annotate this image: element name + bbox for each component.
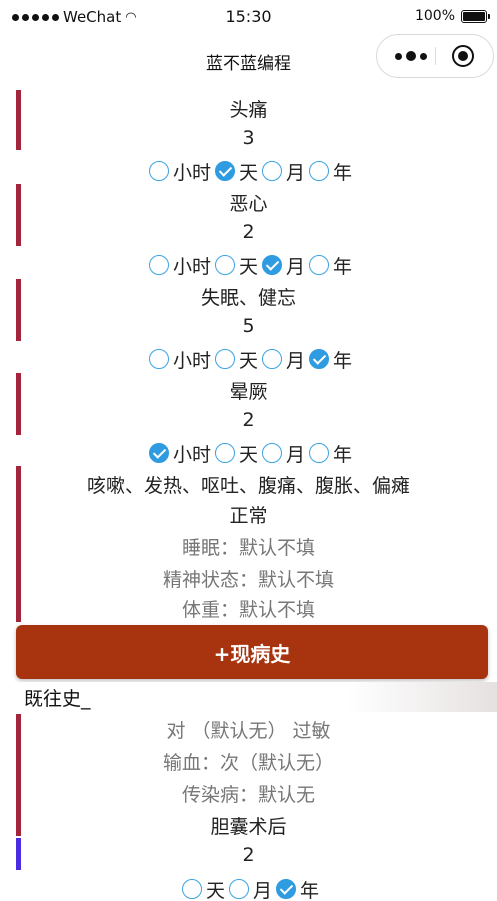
symptom-duration: 2 bbox=[242, 221, 255, 243]
unit-option[interactable]: 天 bbox=[214, 252, 258, 279]
radio-checked-icon[interactable] bbox=[276, 879, 296, 899]
unit-option[interactable]: 月 bbox=[228, 876, 272, 901]
transfusion-field[interactable]: 输血：次（默认无） bbox=[0, 746, 497, 776]
unit-option[interactable]: 年 bbox=[309, 252, 352, 279]
radio-icon[interactable] bbox=[262, 443, 282, 463]
symptom-name: 失眠、健忘 bbox=[200, 286, 296, 309]
symptom-duration: 2 bbox=[242, 409, 255, 431]
mental-field[interactable]: 精神状态：默认不填 bbox=[0, 564, 497, 592]
unit-option[interactable]: 年 bbox=[309, 440, 352, 467]
radio-icon[interactable] bbox=[262, 161, 282, 181]
unit-option[interactable]: 小时 bbox=[148, 440, 211, 467]
close-icon[interactable] bbox=[452, 45, 474, 67]
unit-option[interactable]: 月 bbox=[262, 158, 305, 185]
unit-radio-group: 小时 天 月 年 bbox=[0, 250, 497, 280]
unit-option[interactable]: 小时 bbox=[148, 158, 211, 185]
unit-option[interactable]: 天 bbox=[181, 876, 225, 901]
battery-icon bbox=[461, 9, 490, 23]
radio-icon[interactable] bbox=[148, 349, 169, 369]
unit-option[interactable]: 月 bbox=[262, 252, 305, 279]
surgery-name: 胆囊术后 bbox=[210, 815, 287, 838]
radio-icon[interactable] bbox=[214, 349, 235, 369]
radio-checked-icon[interactable] bbox=[214, 161, 235, 181]
past-history-title: 既往史_ bbox=[24, 688, 91, 710]
status-bar: WeChat ◠ 15:30 100% bbox=[0, 0, 497, 34]
unit-option[interactable]: 年 bbox=[309, 346, 352, 373]
radio-icon[interactable] bbox=[309, 443, 330, 463]
unit-option[interactable]: 年 bbox=[309, 158, 352, 185]
past-history-header: 既往史_ bbox=[0, 682, 497, 712]
unit-option[interactable]: 天 bbox=[214, 346, 258, 373]
radio-icon[interactable] bbox=[309, 255, 330, 275]
symptom-name: 头痛 bbox=[229, 98, 268, 121]
symptom-name: 恶心 bbox=[229, 192, 268, 215]
record-content: 头痛 3 小时 天 月 年 恶心 2 小时 天 月 年 失眠、健忘 5 小时 天… bbox=[0, 84, 497, 901]
unit-radio-group: 小时 天 月 年 bbox=[0, 344, 497, 374]
radio-icon[interactable] bbox=[181, 879, 202, 899]
unit-option[interactable]: 天 bbox=[214, 440, 258, 467]
battery-group: 100% bbox=[414, 8, 490, 24]
more-icon[interactable] bbox=[391, 48, 431, 64]
unit-option[interactable]: 小时 bbox=[148, 252, 211, 279]
unit-option[interactable]: 月 bbox=[262, 346, 305, 373]
unit-radio-group: 小时 天 月 年 bbox=[0, 438, 497, 468]
battery-label: 100% bbox=[414, 8, 455, 24]
unit-option[interactable]: 天 bbox=[214, 158, 258, 185]
radio-checked-icon[interactable] bbox=[262, 255, 282, 275]
miniprogram-capsule bbox=[376, 34, 494, 78]
allergy-field[interactable]: 对 （默认无） 过敏 bbox=[0, 714, 497, 744]
unit-option[interactable]: 小时 bbox=[148, 346, 211, 373]
general-status: 正常 bbox=[229, 504, 268, 527]
symptom-duration: 5 bbox=[242, 315, 255, 337]
radio-icon[interactable] bbox=[148, 255, 169, 275]
symptom-name: 晕厥 bbox=[229, 380, 268, 403]
radio-icon[interactable] bbox=[262, 349, 282, 369]
sleep-field[interactable]: 睡眠：默认不填 bbox=[0, 532, 497, 560]
weight-field[interactable]: 体重：默认不填 bbox=[0, 594, 497, 622]
add-present-illness-button[interactable]: +现病史 bbox=[16, 625, 488, 679]
surgery-duration: 2 bbox=[242, 844, 255, 866]
radio-icon[interactable] bbox=[214, 443, 235, 463]
radio-icon[interactable] bbox=[214, 255, 235, 275]
unit-option[interactable]: 月 bbox=[262, 440, 305, 467]
unit-option[interactable]: 年 bbox=[276, 876, 319, 901]
radio-checked-icon[interactable] bbox=[148, 443, 169, 463]
other-symptoms: 咳嗽、发热、呕吐、腹痛、腹胀、偏瘫 bbox=[86, 474, 410, 497]
surgery-unit-radio-group: 天 月 年 bbox=[0, 874, 497, 901]
capsule-divider bbox=[435, 47, 436, 65]
radio-icon[interactable] bbox=[228, 879, 249, 899]
symptom-duration: 3 bbox=[242, 127, 255, 149]
radio-icon[interactable] bbox=[309, 161, 330, 181]
nav-bar: 蓝不蓝编程 bbox=[0, 34, 497, 84]
infectious-field[interactable]: 传染病：默认无 bbox=[0, 778, 497, 808]
radio-checked-icon[interactable] bbox=[309, 349, 330, 369]
radio-icon[interactable] bbox=[148, 161, 169, 181]
unit-radio-group: 小时 天 月 年 bbox=[0, 156, 497, 186]
